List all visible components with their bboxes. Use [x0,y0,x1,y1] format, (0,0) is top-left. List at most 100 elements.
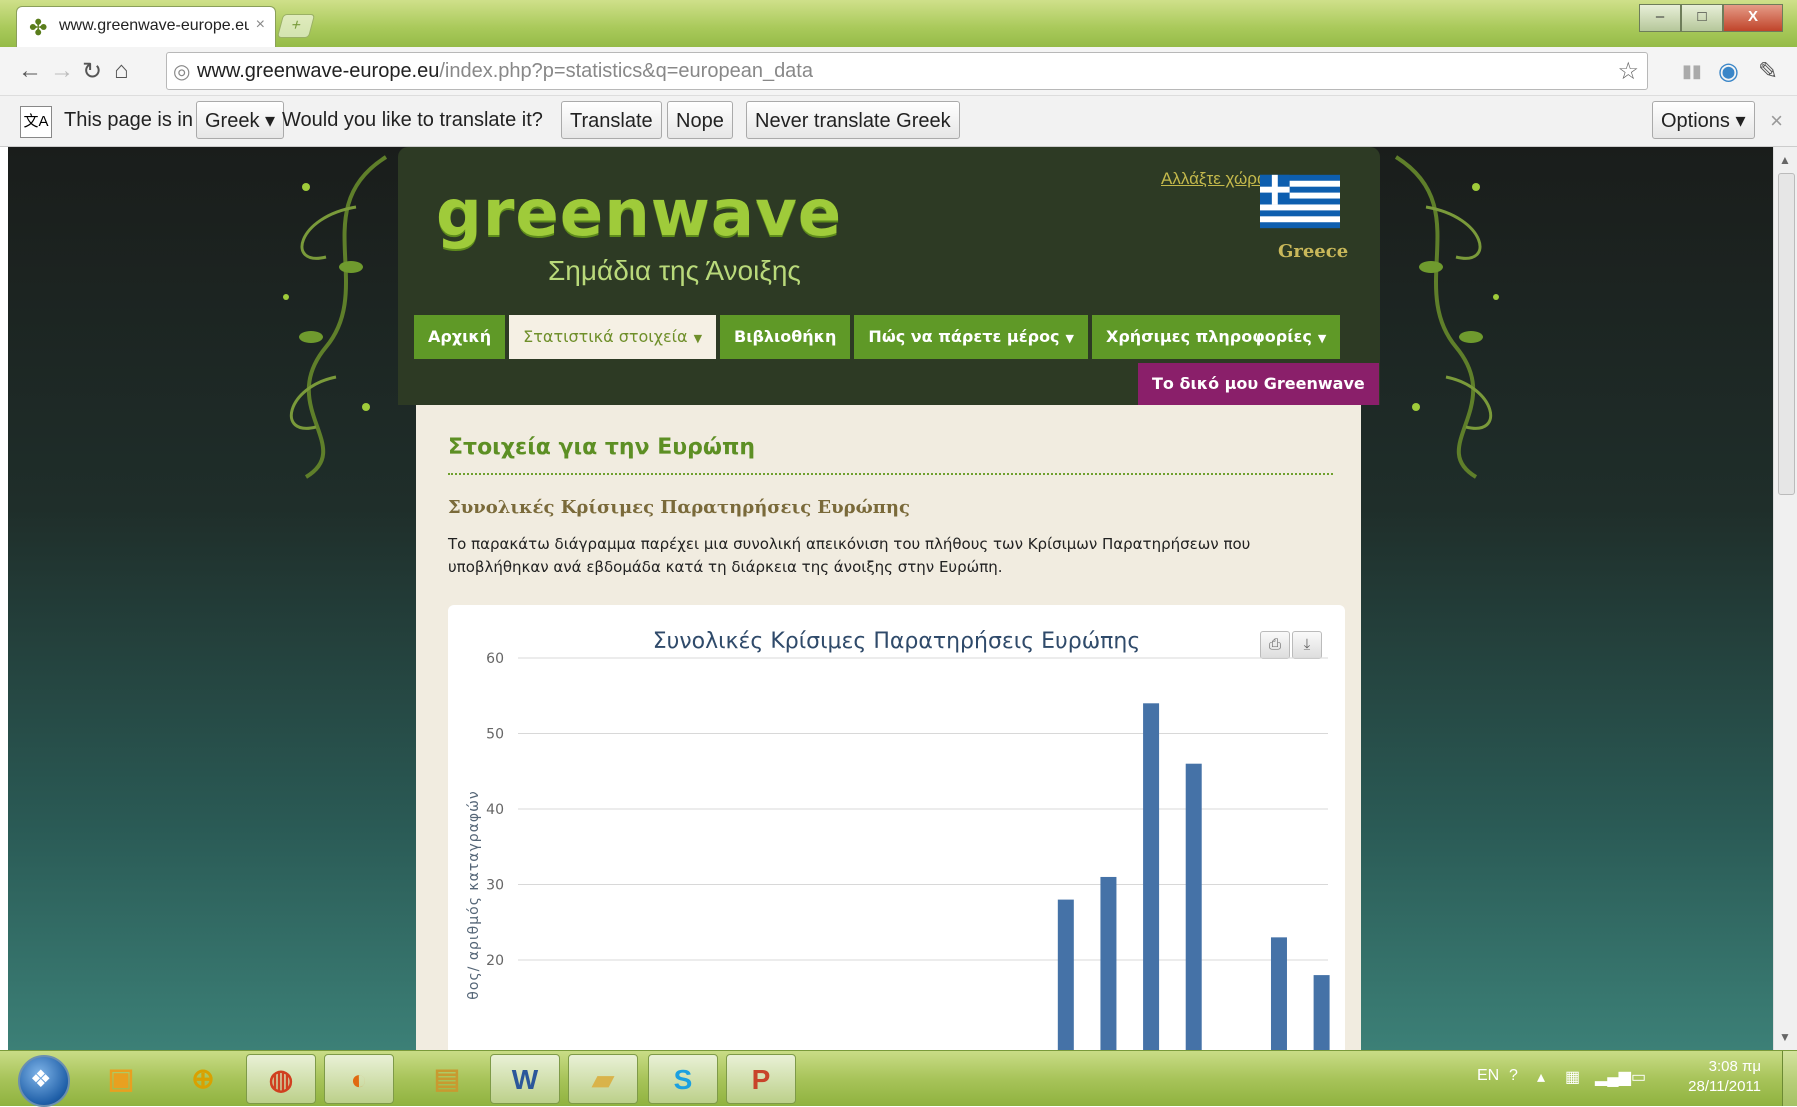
greece-flag-icon[interactable] [1260,173,1340,230]
description-text: Το παρακάτω διάγραμμα παρέχει μια συνολι… [448,535,1251,576]
scroll-down-icon[interactable]: ▼ [1779,1030,1791,1044]
tab-strip: ✤ www.greenwave-europe.eu × + – □ X [0,0,1797,48]
page-title: Στοιχεία για την Ευρώπη [448,435,756,460]
page-viewport: greenwave Σημάδια της Άνοιξης Αλλάξτε χώ… [8,147,1773,1050]
url-host: www.greenwave-europe.eu [197,60,440,82]
signal-icon: ▮▮ [1682,61,1702,81]
site-tagline: Σημάδια της Άνοιξης [548,255,801,286]
change-country-link[interactable]: Αλλάξτε χώρα [1161,169,1267,189]
chart-container: Συνολικές Κρίσιμες Παρατηρήσεις Ευρώπης … [448,605,1345,1050]
nope-button[interactable]: Nope [667,101,733,139]
my-greenwave-button[interactable]: Το δικό μου Greenwave [1138,363,1379,405]
y-axis-label: θος/ αριθμός καταγραφών [466,790,482,999]
chart-bar[interactable] [1313,975,1330,1050]
country-name: Greece [1278,241,1349,262]
nav-home-label: Αρχική [428,327,492,346]
translate-infobar: 文A This page is in Greek ▾ Would you lik… [0,96,1797,147]
windows-taskbar: ❖ ▣ ⊕ ◍ ◐ ▤ W ▰ S P EN ? ▴ ▦ ▂▄▆ ▭ 3:08 … [0,1050,1797,1107]
page-info-icon[interactable]: ◎ [173,59,190,84]
y-tick-label: 20 [486,953,504,969]
show-desktop-button[interactable] [1782,1051,1797,1106]
skype-icon[interactable]: S [648,1054,718,1104]
wrench-icon[interactable]: ✎ [1758,57,1778,86]
options-label: Options [1661,110,1730,132]
section-title: Συνολικές Κρίσιμες Παρατηρήσεις Ευρώπης [448,497,910,518]
address-bar[interactable]: ◎ www.greenwave-europe.eu/index.php?p=st… [166,52,1648,90]
word-icon[interactable]: W [490,1054,560,1104]
browser-tab[interactable]: ✤ www.greenwave-europe.eu × [16,6,276,48]
tab-title: www.greenwave-europe.eu [59,17,249,34]
minimize-button[interactable]: – [1639,4,1681,32]
new-tab-button[interactable]: + [276,14,316,38]
chart-bar[interactable] [1143,703,1160,1050]
title-divider [448,473,1333,475]
url-text: www.greenwave-europe.eu/index.php?p=stat… [197,60,813,83]
scroll-up-icon[interactable]: ▲ [1779,153,1791,167]
explorer-icon[interactable]: ▤ [412,1054,482,1104]
nav-participate[interactable]: Πώς να πάρετε μέρος ▼ [854,315,1089,359]
signal-bars-icon[interactable]: ▂▄▆ [1595,1067,1631,1087]
nav-library-label: Βιβλιοθήκη [734,327,837,346]
home-icon[interactable]: ⌂ [114,57,129,85]
never-translate-button[interactable]: Never translate Greek [746,101,960,139]
clock-date: 28/11/2011 [1688,1078,1761,1095]
nav-library[interactable]: Βιβλιοθήκη [720,315,851,359]
help-icon[interactable]: ? [1509,1067,1518,1085]
site-favicon-icon: ✤ [29,15,48,40]
nav-useful-info[interactable]: Χρήσιμες πληροφορίες ▼ [1092,315,1341,359]
reload-icon[interactable]: ↻ [82,57,102,86]
greenwave-logo[interactable]: greenwave [436,177,842,251]
dropdown-caret-icon: ▼ [1317,332,1327,345]
language-indicator[interactable]: EN [1477,1067,1499,1085]
chart-bar[interactable] [1270,937,1287,1050]
nav-statistics[interactable]: Στατιστικά στοιχεία ▼ [509,315,717,359]
system-tray: EN ? ▴ ▦ ▂▄▆ ▭ 3:08 πμ 28/11/2011 [1477,1051,1797,1106]
network-device-icon[interactable]: ▦ [1565,1067,1580,1087]
y-tick-label: 30 [486,878,504,894]
nav-useful-info-label: Χρήσιμες πληροφορίες [1106,327,1312,346]
site-header: greenwave Σημάδια της Άνοιξης Αλλάξτε χώ… [398,147,1380,405]
folder-icon[interactable]: ▰ [568,1054,638,1104]
chevron-down-icon: ▾ [265,110,276,132]
translate-button[interactable]: Translate [561,101,662,139]
language-select-value: Greek [205,110,260,132]
nav-home[interactable]: Αρχική [414,315,506,359]
battery-icon[interactable]: ▭ [1631,1067,1646,1087]
url-path: /index.php?p=statistics&q=european_data [439,60,813,82]
chart-bar[interactable] [1057,899,1074,1050]
vertical-scrollbar[interactable]: ▲ ▼ [1773,147,1797,1050]
y-tick-label: 40 [486,802,504,818]
chart-bar[interactable] [1185,763,1202,1050]
translate-question: Would you like to translate it? [282,109,543,131]
tab-close-icon[interactable]: × [256,16,265,34]
translate-icon: 文A [20,106,52,138]
dropdown-caret-icon: ▼ [693,332,703,345]
forward-icon[interactable]: → [50,57,74,85]
scrollbar-thumb[interactable] [1778,173,1795,495]
close-window-button[interactable]: X [1723,4,1783,32]
back-icon[interactable]: ← [18,57,42,85]
nav-participate-label: Πώς να πάρετε μέρος [868,327,1060,346]
chrome-icon[interactable]: ◍ [246,1054,316,1104]
clock[interactable]: 3:08 πμ 28/11/2011 [1688,1057,1761,1097]
options-button[interactable]: Options ▾ [1652,101,1755,139]
language-select[interactable]: Greek ▾ [196,101,285,139]
firefox-icon[interactable]: ◐ [324,1054,394,1104]
left-vine-decoration [283,155,388,479]
extension-icon[interactable]: ◉ [1718,57,1739,86]
bookmark-star-icon[interactable]: ☆ [1617,57,1639,86]
powerpoint-icon[interactable]: P [726,1054,796,1104]
nav-statistics-label: Στατιστικά στοιχεία [523,327,688,346]
norton-icon[interactable]: ⊕ [168,1054,238,1104]
clock-time: 3:08 πμ [1708,1058,1761,1075]
main-nav: Αρχική Στατιστικά στοιχεία ▼ Βιβλιοθήκη Π… [414,315,1344,359]
maximize-button[interactable]: □ [1681,4,1723,32]
right-vine-decoration [1394,155,1499,479]
tray-expand-icon[interactable]: ▴ [1537,1067,1545,1087]
start-button[interactable]: ❖ [18,1055,70,1107]
infobar-close-icon[interactable]: × [1770,108,1783,134]
media-player-icon[interactable]: ▣ [86,1054,156,1104]
y-tick-label: 50 [486,727,504,743]
chart-bar[interactable] [1100,876,1117,1050]
y-tick-label: 60 [486,651,504,667]
